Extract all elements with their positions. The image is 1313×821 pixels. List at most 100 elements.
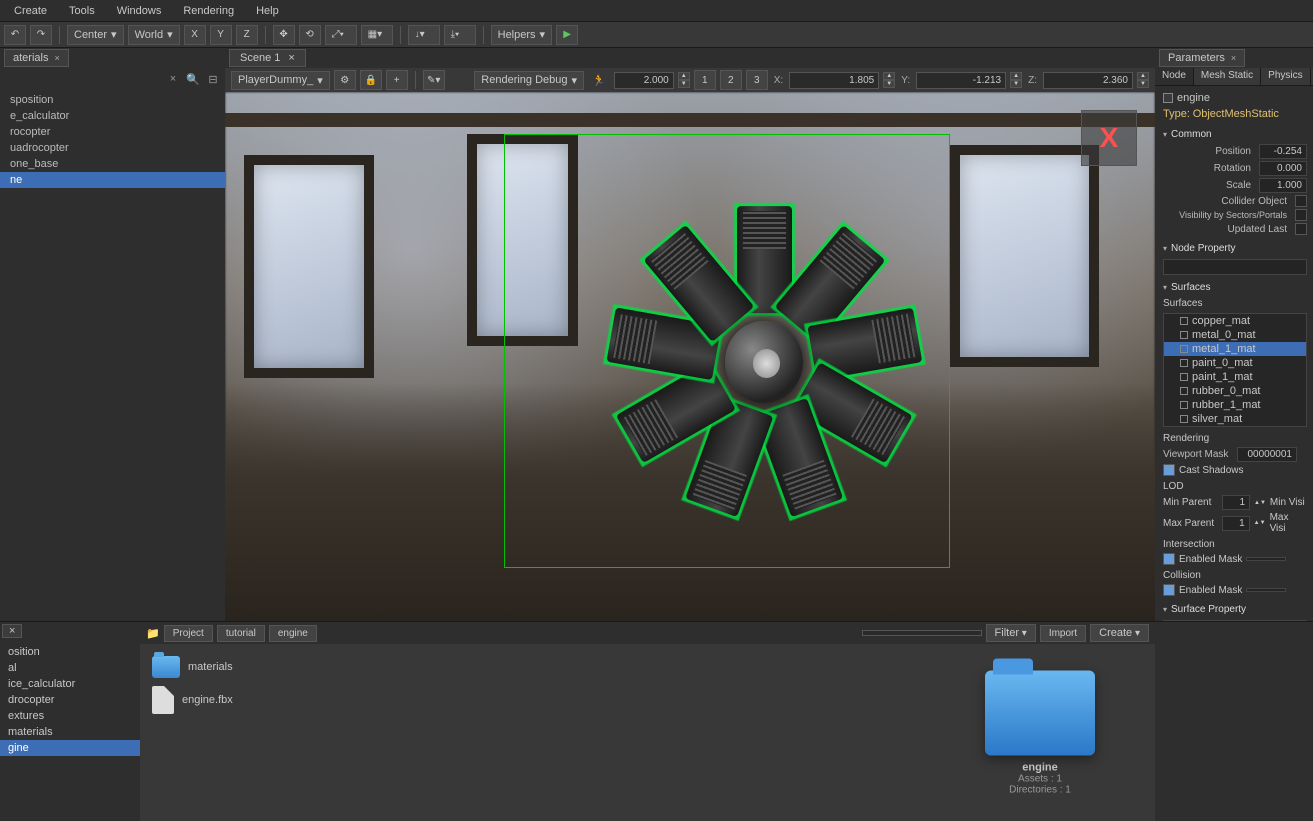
- run-icon[interactable]: 🏃: [588, 74, 610, 87]
- redo-icon[interactable]: ↷: [30, 25, 52, 45]
- place-tool-icon[interactable]: ⤓▾: [444, 25, 476, 45]
- engine-mesh[interactable]: [569, 155, 960, 568]
- view-3-button[interactable]: 3: [746, 70, 768, 90]
- menu-help[interactable]: Help: [246, 2, 289, 20]
- tree-item[interactable]: ice_calculator: [0, 676, 140, 692]
- snap-tool-icon[interactable]: ▦▾: [361, 25, 393, 45]
- scale-input[interactable]: 1.000: [1259, 178, 1307, 193]
- position-input[interactable]: -0.254: [1259, 144, 1307, 159]
- outline-item[interactable]: uadrocopter: [0, 140, 225, 156]
- node-property-input[interactable]: [1163, 259, 1307, 275]
- view-2-button[interactable]: 2: [720, 70, 742, 90]
- brush-icon[interactable]: ✎▾: [423, 70, 445, 90]
- tab-mesh-static[interactable]: Mesh Static: [1194, 68, 1261, 85]
- axis-gizmo[interactable]: X: [1081, 110, 1137, 166]
- play-icon[interactable]: ▶: [556, 25, 578, 45]
- visibility-checkbox[interactable]: [1295, 209, 1307, 221]
- min-parent-input[interactable]: 1: [1222, 495, 1250, 510]
- surface-item[interactable]: rubber_0_mat: [1164, 384, 1306, 398]
- rendering-mode-combo[interactable]: Rendering Debug▾: [474, 71, 584, 90]
- close-icon[interactable]: ×: [54, 53, 59, 63]
- tree-collapse-icon[interactable]: ⊟: [205, 71, 221, 87]
- outline-item-selected[interactable]: ne: [0, 172, 225, 188]
- parameters-tab[interactable]: Parameters×: [1159, 49, 1245, 67]
- rotate-tool-icon[interactable]: ⟲: [299, 25, 321, 45]
- surface-item[interactable]: metal_0_mat: [1164, 328, 1306, 342]
- intersection-enabled-checkbox[interactable]: [1163, 553, 1175, 565]
- axis-x-button[interactable]: X: [184, 25, 206, 45]
- viewport-mask-input[interactable]: 00000001: [1237, 447, 1297, 462]
- import-button[interactable]: Import: [1040, 625, 1086, 642]
- menu-rendering[interactable]: Rendering: [173, 2, 244, 20]
- section-common[interactable]: Common: [1163, 126, 1307, 143]
- drop-tool-icon[interactable]: ↓▾: [408, 25, 440, 45]
- tab-physics[interactable]: Physics: [1261, 68, 1310, 85]
- axis-z-button[interactable]: Z: [236, 25, 258, 45]
- outline-item[interactable]: rocopter: [0, 124, 225, 140]
- section-node-property[interactable]: Node Property: [1163, 240, 1307, 257]
- surfaces-list[interactable]: copper_mat metal_0_mat metal_1_mat paint…: [1163, 313, 1307, 427]
- axis-y-button[interactable]: Y: [210, 25, 232, 45]
- section-surface-property[interactable]: Surface Property: [1163, 601, 1307, 618]
- camera-lock-icon[interactable]: 🔒: [360, 70, 382, 90]
- enable-checkbox[interactable]: [1163, 93, 1173, 103]
- spin-down-icon[interactable]: ▼: [678, 80, 690, 88]
- menu-tools[interactable]: Tools: [59, 2, 105, 20]
- updated-checkbox[interactable]: [1295, 223, 1307, 235]
- pos-x-input[interactable]: 1.805: [789, 72, 879, 89]
- coord-space-combo[interactable]: World▾: [128, 25, 180, 45]
- tab-node[interactable]: Node: [1155, 68, 1194, 85]
- breadcrumb[interactable]: Project: [164, 625, 213, 642]
- search-close-icon[interactable]: ×: [165, 71, 181, 87]
- world-outline[interactable]: sposition e_calculator rocopter uadrocop…: [0, 90, 225, 621]
- tree-item[interactable]: drocopter: [0, 692, 140, 708]
- camera-combo[interactable]: PlayerDummy_▾: [231, 71, 330, 90]
- breadcrumb[interactable]: tutorial: [217, 625, 265, 642]
- folder-icon[interactable]: 📁: [146, 627, 160, 640]
- surface-item[interactable]: silver_mat: [1164, 412, 1306, 426]
- collider-checkbox[interactable]: [1295, 195, 1307, 207]
- surface-item[interactable]: copper_mat: [1164, 314, 1306, 328]
- outline-item[interactable]: e_calculator: [0, 108, 225, 124]
- surface-item[interactable]: paint_0_mat: [1164, 356, 1306, 370]
- asset-tree-tab[interactable]: ×: [2, 624, 22, 638]
- speed-input[interactable]: 2.000: [614, 72, 674, 89]
- breadcrumb[interactable]: engine: [269, 625, 317, 642]
- materials-tab[interactable]: aterials×: [4, 49, 69, 67]
- tree-item[interactable]: materials: [0, 724, 140, 740]
- scale-tool-icon[interactable]: ⤢▾: [325, 25, 357, 45]
- surface-item[interactable]: rubber_1_mat: [1164, 398, 1306, 412]
- surface-property-input[interactable]: surface_base: [1163, 620, 1307, 621]
- asset-folder[interactable]: materials: [148, 652, 237, 682]
- tree-item[interactable]: extures: [0, 708, 140, 724]
- tree-item-selected[interactable]: gine: [0, 740, 140, 756]
- folder-tree[interactable]: osition al ice_calculator drocopter extu…: [0, 640, 140, 821]
- coord-origin-combo[interactable]: Center▾: [67, 25, 124, 45]
- viewport[interactable]: X: [225, 92, 1155, 621]
- camera-add-icon[interactable]: +: [386, 70, 408, 90]
- menu-create[interactable]: Create: [4, 2, 57, 20]
- surface-item-selected[interactable]: metal_1_mat: [1164, 342, 1306, 356]
- outline-item[interactable]: one_base: [0, 156, 225, 172]
- menu-windows[interactable]: Windows: [107, 2, 172, 20]
- camera-settings-icon[interactable]: ⚙: [334, 70, 356, 90]
- move-tool-icon[interactable]: ✥: [273, 25, 295, 45]
- collision-enabled-checkbox[interactable]: [1163, 584, 1175, 596]
- asset-search-input[interactable]: [862, 630, 982, 636]
- close-icon[interactable]: ×: [1231, 53, 1236, 63]
- rotation-input[interactable]: 0.000: [1259, 161, 1307, 176]
- view-1-button[interactable]: 1: [694, 70, 716, 90]
- cast-shadows-checkbox[interactable]: [1163, 464, 1175, 476]
- create-button[interactable]: Create ▾: [1090, 624, 1149, 642]
- pos-z-input[interactable]: 2.360: [1043, 72, 1133, 89]
- section-surfaces[interactable]: Surfaces: [1163, 279, 1307, 296]
- helpers-combo[interactable]: Helpers▾: [491, 25, 552, 45]
- surface-item[interactable]: paint_1_mat: [1164, 370, 1306, 384]
- spin-up-icon[interactable]: ▲: [678, 72, 690, 80]
- filter-button[interactable]: Filter ▾: [986, 624, 1036, 642]
- undo-icon[interactable]: ↶: [4, 25, 26, 45]
- close-icon[interactable]: ×: [288, 52, 294, 64]
- tree-item[interactable]: al: [0, 660, 140, 676]
- search-icon[interactable]: 🔍: [185, 71, 201, 87]
- tree-item[interactable]: osition: [0, 644, 140, 660]
